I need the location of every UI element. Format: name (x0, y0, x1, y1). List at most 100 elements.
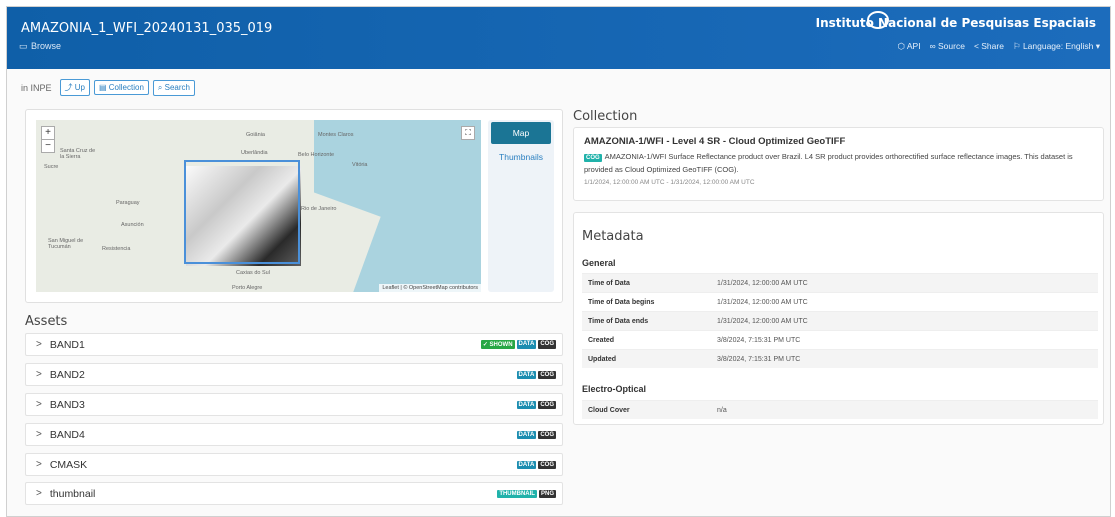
asset-row-band4[interactable]: > BAND4 DATA COG (25, 423, 563, 446)
map-label: Belo Horizonte (298, 152, 335, 158)
zoom-control: + − (41, 126, 55, 153)
collection-title[interactable]: AMAZONIA-1/WFI - Level 4 SR - Cloud Opti… (584, 136, 1093, 147)
asset-row-thumbnail[interactable]: > thumbnail THUMBNAIL PNG (25, 482, 563, 505)
metadata-row: Updated 3/8/2024, 7:15:31 PM UTC (582, 349, 1098, 368)
asset-row-cmask[interactable]: > CMASK DATA COG (25, 453, 563, 476)
map-label: Montes Claros (318, 132, 354, 138)
cog-badge: COG (538, 370, 556, 379)
data-badge: DATA (516, 340, 537, 349)
map-label: Porto Alegre (232, 285, 263, 291)
book-icon: ▭ (19, 41, 28, 51)
map-view[interactable]: Goiânia Montes Claros Uberlândia Belo Ho… (36, 120, 481, 292)
asset-name: CMASK (49, 458, 88, 471)
footprint-bbox (184, 160, 300, 264)
map-card: Goiânia Montes Claros Uberlândia Belo Ho… (25, 109, 563, 303)
chevron-right-icon: > (36, 459, 42, 470)
language-dropdown[interactable]: ⚐ Language: English ▾ (1013, 41, 1100, 52)
source-link[interactable]: ∞ Source (930, 41, 965, 52)
metadata-key: Created (588, 336, 615, 344)
metadata-value: 1/31/2024, 12:00:00 AM UTC (717, 279, 808, 287)
asset-row-band2[interactable]: > BAND2 DATA COG (25, 363, 563, 386)
metadata-card: Metadata General Time of Data 1/31/2024,… (573, 212, 1104, 425)
chevron-right-icon: > (36, 488, 42, 499)
search-button[interactable]: ⌕ Search (152, 79, 195, 96)
metadata-key: Cloud Cover (588, 406, 630, 414)
up-icon: ⤴ (64, 83, 75, 92)
zoom-out-button[interactable]: − (42, 139, 54, 152)
flag-icon: ⚐ (1012, 41, 1023, 51)
asset-badges: DATA COG (516, 460, 556, 469)
zoom-in-button[interactable]: + (42, 127, 54, 139)
folder-icon: ▤ (98, 83, 109, 92)
map-label: San Miguel de Tucumán (48, 238, 84, 250)
header-links: ⬡ API ∞ Source < Share ⚐ Language: Engli… (898, 41, 1100, 52)
chevron-right-icon: > (36, 399, 42, 410)
collection-description: COG AMAZONIA-1/WFI Surface Reflectance pr… (584, 151, 1093, 175)
chevron-right-icon: > (36, 369, 42, 380)
tab-thumbnails[interactable]: Thumbnails (491, 146, 551, 168)
caret-down-icon: ▾ (1093, 41, 1100, 51)
metadata-value: 3/8/2024, 7:15:31 PM UTC (717, 355, 801, 363)
link-icon: ∞ (929, 41, 938, 51)
data-badge: DATA (516, 400, 537, 409)
description-text: AMAZONIA-1/WFI Surface Reflectance produ… (584, 152, 1073, 174)
chevron-right-icon: > (36, 429, 42, 440)
cog-badge: COG (538, 400, 556, 409)
collection-card: AMAZONIA-1/WFI - Level 4 SR - Cloud Opti… (573, 127, 1104, 201)
map-label: Uberlândia (241, 150, 268, 156)
metadata-row: Time of Data 1/31/2024, 12:00:00 AM UTC (582, 273, 1098, 292)
metadata-value: n/a (717, 406, 727, 414)
map-label: Asunción (121, 222, 144, 228)
asset-name: BAND2 (49, 368, 85, 381)
fullscreen-icon[interactable]: ⛶ (461, 126, 475, 140)
thumbnail-badge: THUMBNAIL (497, 489, 537, 498)
map-label: Santa Cruz de la Sierra (60, 148, 96, 160)
search-icon: ⌕ (157, 82, 165, 92)
metadata-row: Cloud Cover n/a (582, 400, 1098, 419)
view-tabs: Map Thumbnails (488, 120, 554, 292)
asset-name: BAND3 (49, 398, 85, 411)
chevron-right-icon: > (36, 339, 42, 350)
cube-icon: ⬡ (897, 41, 907, 51)
metadata-row: Time of Data begins 1/31/2024, 12:00:00 … (582, 292, 1098, 311)
item-title: AMAZONIA_1_WFI_20240131_035_019 (21, 21, 273, 36)
collection-heading: Collection (573, 109, 638, 124)
asset-name: BAND1 (49, 338, 85, 351)
png-badge: PNG (538, 489, 556, 498)
map-attribution[interactable]: Leaflet | © OpenStreetMap contributors (379, 284, 481, 292)
asset-badges: DATA COG (516, 370, 556, 379)
map-label: Rio de Janeiro (301, 206, 337, 212)
asset-row-band1[interactable]: > BAND1 ✓ SHOWN DATA COG (25, 333, 563, 356)
map-label: Caxias do Sul (236, 270, 270, 276)
map-label: Vitória (352, 162, 368, 168)
cog-badge: COG (538, 340, 556, 349)
browse-link[interactable]: ▭ Browse (19, 41, 62, 51)
asset-badges: THUMBNAIL PNG (497, 489, 556, 498)
share-link[interactable]: < Share (974, 41, 1004, 52)
collection-button[interactable]: ▤ Collection (93, 80, 149, 95)
browse-label: Browse (31, 41, 62, 51)
org-name: Instituto Nacional de Pesquisas Espaciai… (815, 16, 1096, 30)
cog-badge: COG (538, 460, 556, 469)
app-frame: AMAZONIA_1_WFI_20240131_035_019 ▭ Browse… (6, 6, 1111, 517)
tab-map[interactable]: Map (491, 122, 551, 144)
asset-badges: ✓ SHOWN DATA COG (480, 340, 556, 349)
metadata-value: 1/31/2024, 12:00:00 AM UTC (717, 317, 808, 325)
map-label: Sucre (44, 164, 59, 170)
general-heading: General (582, 258, 616, 268)
metadata-key: Time of Data (588, 279, 630, 287)
metadata-value: 1/31/2024, 12:00:00 AM UTC (717, 298, 808, 306)
map-label: Goiânia (246, 132, 265, 138)
metadata-key: Time of Data ends (588, 317, 649, 325)
data-badge: DATA (516, 370, 537, 379)
header-bar: AMAZONIA_1_WFI_20240131_035_019 ▭ Browse… (7, 7, 1110, 69)
map-label: Resistencia (102, 246, 131, 252)
asset-row-band3[interactable]: > BAND3 DATA COG (25, 393, 563, 416)
shown-badge: ✓ SHOWN (480, 340, 515, 349)
asset-name: BAND4 (49, 428, 85, 441)
metadata-heading: Metadata (582, 229, 644, 244)
metadata-key: Time of Data begins (588, 298, 655, 306)
up-button[interactable]: ⤴ Up (59, 79, 90, 96)
map-label: Paraguay (116, 200, 140, 206)
api-link[interactable]: ⬡ API (898, 41, 921, 52)
